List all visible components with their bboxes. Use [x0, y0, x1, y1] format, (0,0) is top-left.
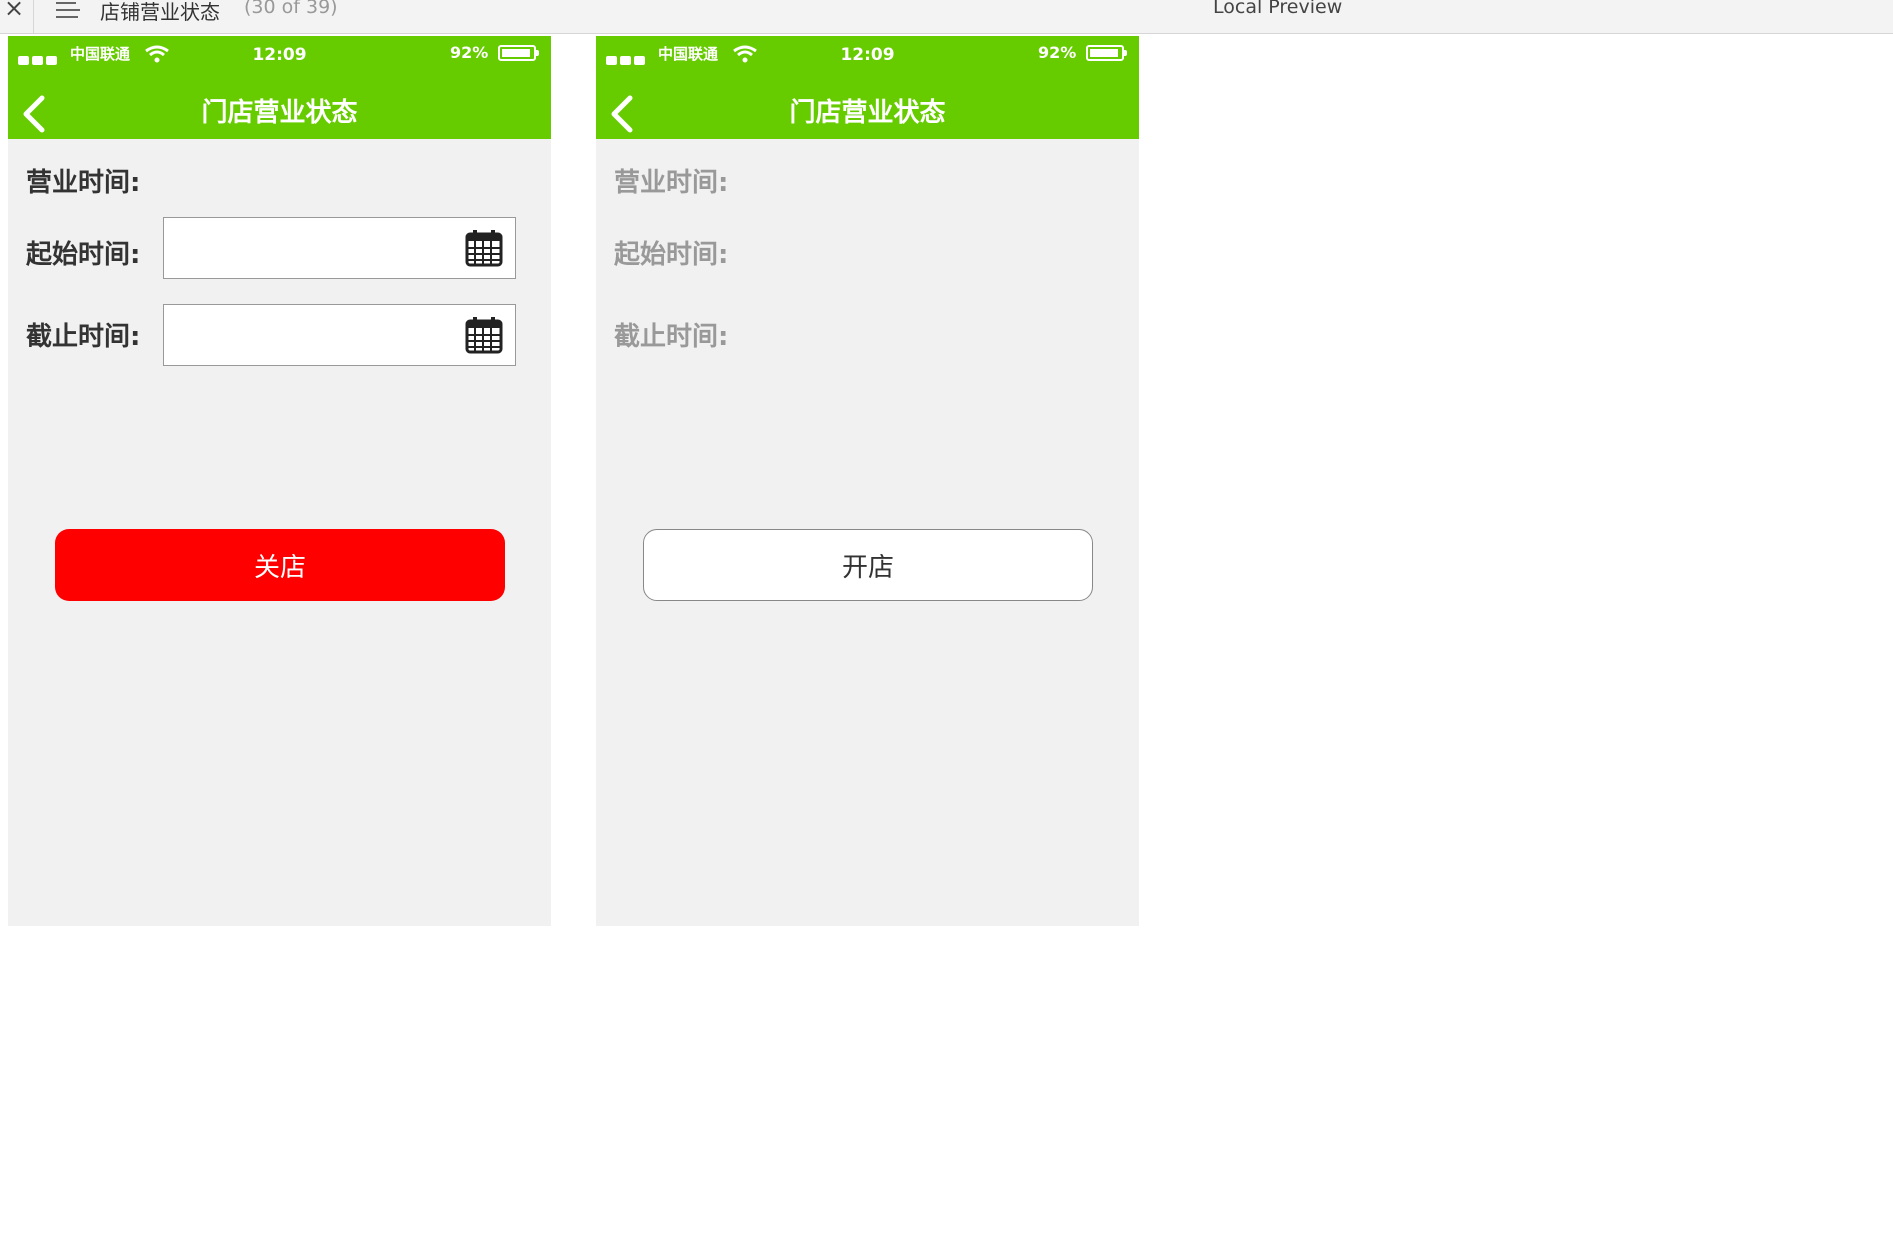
- start-time-field[interactable]: [163, 217, 516, 279]
- business-hours-label: 营业时间:: [614, 168, 729, 198]
- close-icon[interactable]: ×: [4, 0, 24, 22]
- battery-percent: 92%: [450, 43, 489, 62]
- phone-screen-close-store: 中国联通 12:09 92% 门店营业状态 营业时间: 起始时间: 截止时间:: [8, 36, 551, 926]
- battery-percent: 92%: [1038, 43, 1077, 62]
- start-time-label: 起始时间:: [26, 240, 141, 270]
- page-counter: (30 of 39): [244, 0, 338, 18]
- phone-screen-open-store: 中国联通 12:09 92% 门店营业状态 营业时间: 起始时间: 截止时间: …: [596, 36, 1139, 926]
- open-store-button[interactable]: 开店: [643, 529, 1093, 601]
- preview-toolbar: × 店铺营业状态 (30 of 39) Local Preview: [0, 0, 1893, 34]
- end-time-label: 截止时间:: [614, 322, 729, 352]
- page-title: 店铺营业状态: [100, 0, 220, 24]
- toolbar-divider: [33, 0, 34, 34]
- close-store-button[interactable]: 关店: [55, 529, 505, 601]
- start-time-label: 起始时间:: [614, 240, 729, 270]
- menu-icon[interactable]: [56, 2, 80, 18]
- nav-title: 门店营业状态: [201, 98, 358, 128]
- business-hours-label: 营业时间:: [26, 168, 141, 198]
- calendar-icon[interactable]: [465, 316, 503, 354]
- end-time-label: 截止时间:: [26, 322, 141, 352]
- header-bar: 中国联通 12:09 92% 门店营业状态: [596, 36, 1139, 139]
- nav-title: 门店营业状态: [789, 98, 946, 128]
- battery-icon: [498, 45, 539, 61]
- status-bar: 中国联通 12:09 92%: [8, 36, 551, 76]
- end-time-field[interactable]: [163, 304, 516, 366]
- battery-icon: [1086, 45, 1127, 61]
- preview-mode-label: Local Preview: [1213, 0, 1343, 18]
- calendar-icon[interactable]: [465, 229, 503, 267]
- header-bar: 中国联通 12:09 92% 门店营业状态: [8, 36, 551, 139]
- status-bar: 中国联通 12:09 92%: [596, 36, 1139, 76]
